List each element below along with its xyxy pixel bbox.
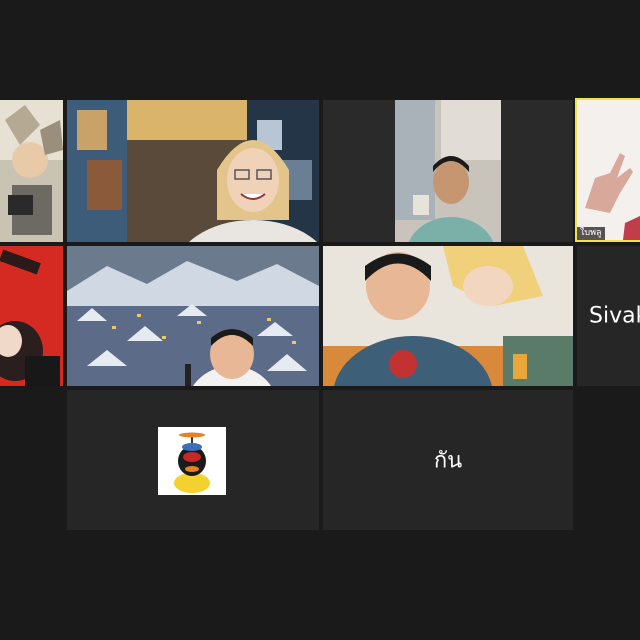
participant-video-tile-1[interactable] (0, 100, 63, 242)
participant-tile-gun[interactable]: กัน (323, 390, 573, 530)
woman-smiling-video-feed (67, 100, 319, 242)
participant-display-name: Sivak (589, 303, 640, 329)
participant-name-tag: ใบพลู (577, 227, 605, 240)
participant-video-tile-2[interactable] (67, 100, 319, 242)
participant-video-tile-7[interactable] (323, 246, 573, 386)
participant-video-tile-6[interactable] (67, 246, 319, 386)
participant-video-tile-4[interactable]: ใบพลู (575, 98, 640, 242)
participant-video-tile-5[interactable] (0, 246, 63, 386)
participant-tile-sivak[interactable]: Sivak (577, 246, 640, 386)
meeting-gallery-view: { "gallery": { "participants": [ {"id": … (0, 0, 640, 640)
red-poster-video-feed (0, 246, 63, 386)
duck-avatar-image (158, 427, 226, 495)
duck-icon (158, 427, 226, 495)
hand-gesture-video-feed (577, 100, 640, 240)
anime-art-video-feed (0, 100, 63, 242)
boy-anime-background-video-feed (323, 246, 573, 386)
boy-in-room-video-feed (323, 100, 573, 242)
participant-display-name: กัน (433, 448, 463, 474)
snowy-village-video-feed (67, 246, 319, 386)
participant-video-tile-3[interactable] (323, 100, 573, 242)
